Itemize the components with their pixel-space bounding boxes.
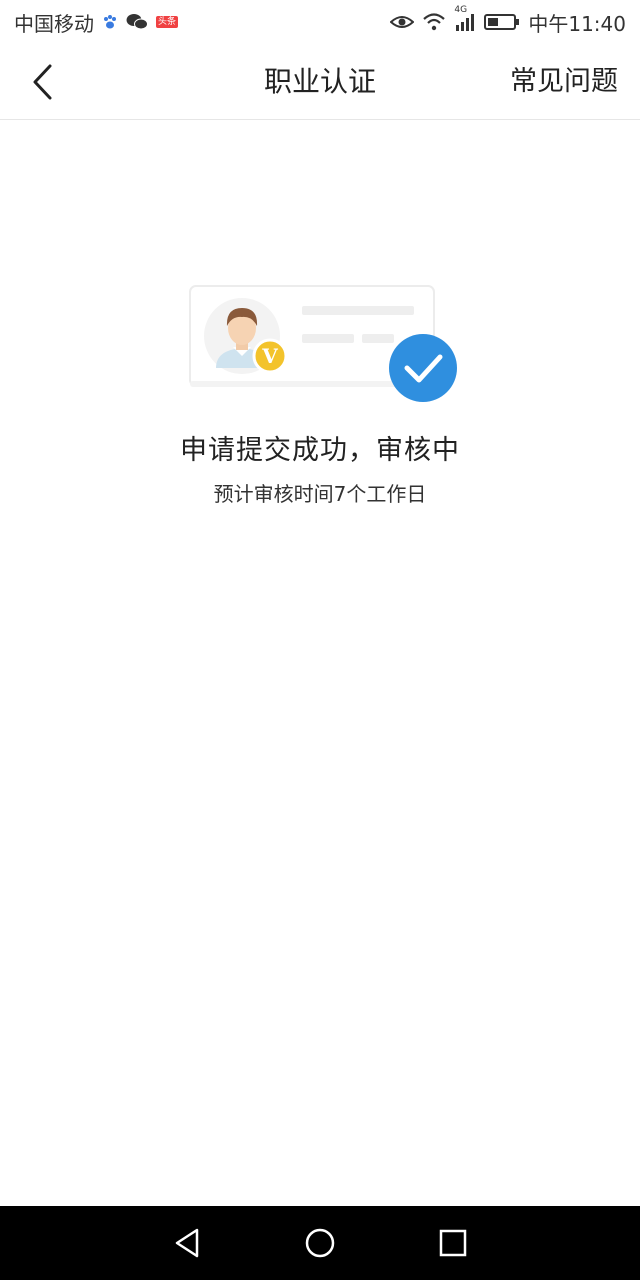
status-right: 4G 中午11:40 bbox=[390, 5, 626, 37]
home-circle-icon bbox=[305, 1228, 335, 1258]
verified-v-badge: V bbox=[252, 338, 288, 374]
system-recents-button[interactable] bbox=[429, 1219, 477, 1267]
badge-letter: V bbox=[261, 344, 278, 368]
network-label: 4G bbox=[454, 5, 468, 15]
chevron-left-icon bbox=[33, 64, 52, 100]
toutiao-icon: 头条 bbox=[156, 16, 179, 28]
nav-bar: 职业认证 常见问题 bbox=[0, 44, 640, 120]
success-title: 申请提交成功，审核中 bbox=[180, 435, 460, 466]
eye-icon bbox=[390, 14, 415, 30]
baidu-paw-icon bbox=[102, 14, 118, 30]
back-triangle-icon bbox=[175, 1228, 198, 1258]
status-time: 中午11:40 bbox=[528, 11, 626, 36]
android-nav-bar bbox=[0, 1206, 640, 1280]
status-bar: 中国移动 头条 4G 中午11:40 bbox=[0, 0, 640, 44]
review-time-text: 预计审核时间7个工作日 bbox=[213, 482, 427, 506]
check-circle-icon bbox=[389, 334, 457, 402]
signal-group: 4G bbox=[454, 5, 476, 31]
carrier-label: 中国移动 bbox=[14, 11, 94, 36]
verification-illustration: V bbox=[186, 284, 460, 406]
faq-button[interactable]: 常见问题 bbox=[510, 44, 618, 120]
back-button[interactable] bbox=[20, 60, 64, 104]
system-back-button[interactable] bbox=[163, 1219, 211, 1267]
battery-icon bbox=[484, 13, 520, 31]
recents-square-icon bbox=[440, 1229, 467, 1257]
wechat-icon bbox=[126, 13, 148, 31]
wifi-icon bbox=[422, 13, 446, 31]
status-left: 中国移动 头条 bbox=[14, 8, 179, 37]
signal-icon bbox=[454, 13, 476, 31]
toutiao-badge-label: 头条 bbox=[156, 16, 179, 28]
system-home-button[interactable] bbox=[296, 1219, 344, 1267]
